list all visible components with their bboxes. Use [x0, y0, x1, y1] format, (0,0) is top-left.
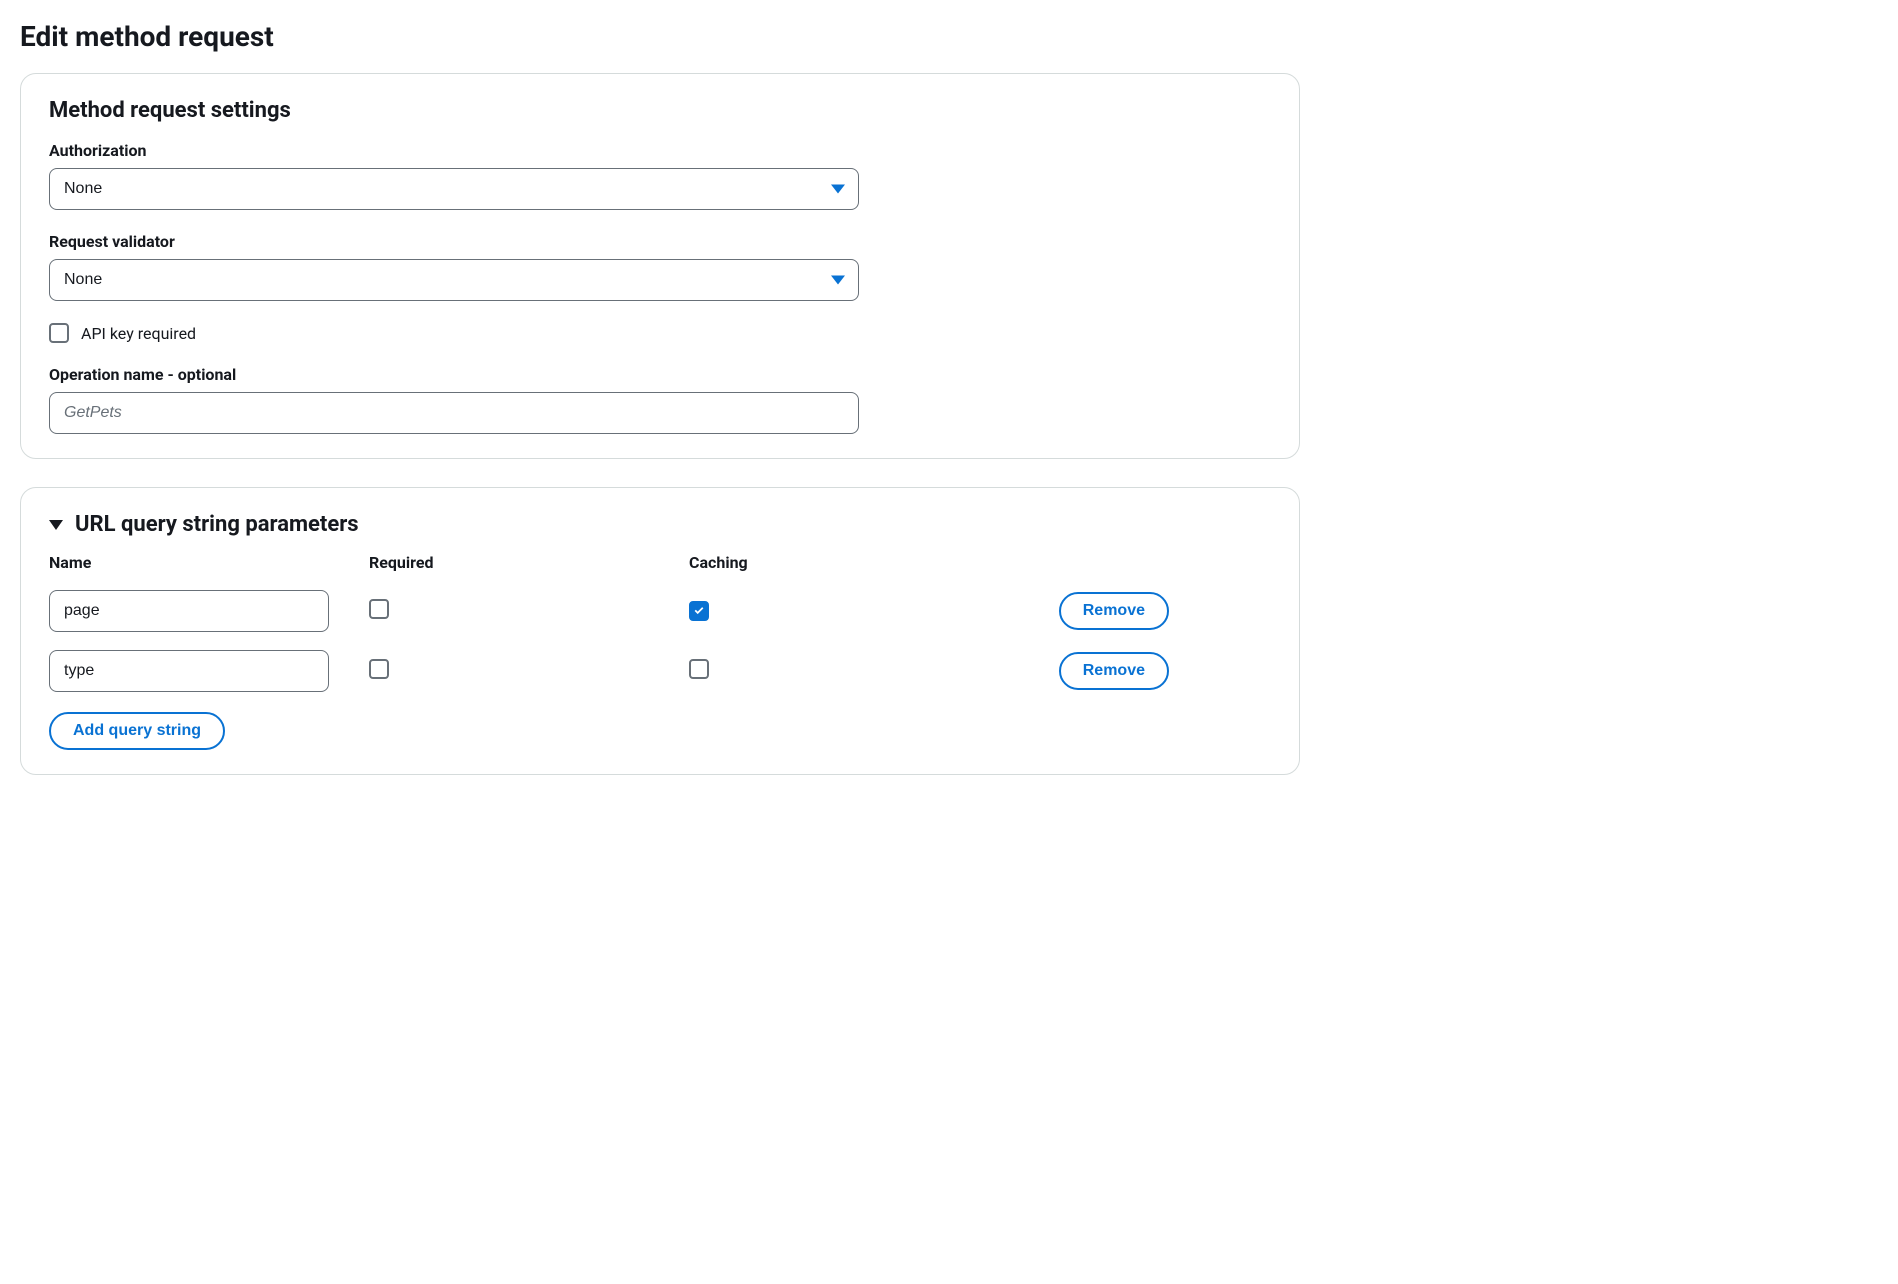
table-row — [49, 650, 349, 692]
authorization-select[interactable]: None — [49, 168, 859, 210]
remove-cell: Remove — [1009, 652, 1169, 690]
column-header-name: Name — [49, 553, 349, 572]
api-key-required-checkbox[interactable] — [49, 323, 69, 343]
remove-button[interactable]: Remove — [1059, 592, 1169, 630]
column-header-required: Required — [369, 553, 669, 572]
request-validator-label: Request validator — [49, 232, 1271, 251]
param-name-input[interactable] — [49, 650, 329, 692]
query-params-grid: Name Required Caching Remove Remove — [49, 553, 1271, 692]
request-validator-select[interactable]: None — [49, 259, 859, 301]
operation-name-field: Operation name - optional — [49, 365, 1271, 434]
operation-name-input[interactable] — [49, 392, 859, 434]
remove-button[interactable]: Remove — [1059, 652, 1169, 690]
param-required-checkbox[interactable] — [369, 659, 389, 679]
add-query-string-wrapper: Add query string — [49, 712, 1271, 750]
check-icon — [692, 604, 706, 618]
param-caching-checkbox[interactable] — [689, 659, 709, 679]
api-key-required-field: API key required — [49, 323, 1271, 343]
param-name-input[interactable] — [49, 590, 329, 632]
operation-name-label: Operation name - optional — [49, 365, 1271, 384]
settings-panel-title: Method request settings — [49, 98, 1271, 123]
request-validator-value: None — [64, 271, 102, 289]
url-query-string-parameters-panel: URL query string parameters Name Require… — [20, 487, 1300, 775]
caching-cell — [689, 659, 989, 683]
api-key-required-label: API key required — [81, 324, 196, 343]
required-cell — [369, 659, 669, 683]
add-query-string-button[interactable]: Add query string — [49, 712, 225, 750]
query-params-title: URL query string parameters — [75, 512, 359, 537]
method-request-settings-panel: Method request settings Authorization No… — [20, 73, 1300, 459]
authorization-field: Authorization None — [49, 141, 1271, 210]
request-validator-field: Request validator None — [49, 232, 1271, 301]
authorization-value: None — [64, 180, 102, 198]
caret-down-icon — [49, 520, 63, 530]
query-params-toggle[interactable]: URL query string parameters — [49, 512, 1271, 537]
param-required-checkbox[interactable] — [369, 599, 389, 619]
required-cell — [369, 599, 669, 623]
column-header-caching: Caching — [689, 553, 989, 572]
caching-cell — [689, 601, 989, 622]
remove-cell: Remove — [1009, 592, 1169, 630]
table-row — [49, 590, 349, 632]
param-caching-checkbox[interactable] — [689, 601, 709, 621]
page-title: Edit method request — [20, 20, 1878, 53]
authorization-label: Authorization — [49, 141, 1271, 160]
